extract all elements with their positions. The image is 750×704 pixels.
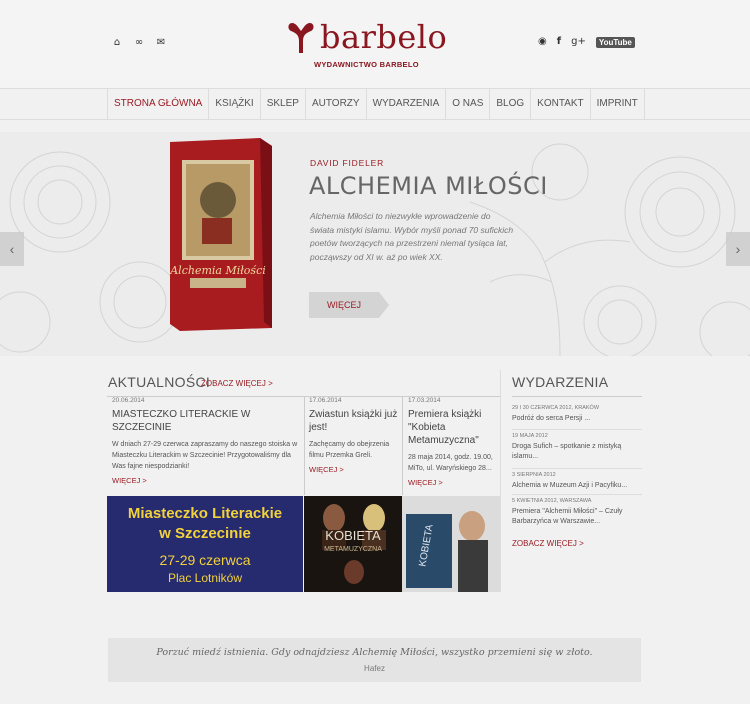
news-title[interactable]: Zwiastun książki już jest!	[309, 408, 399, 434]
logo-subtitle: WYDAWNICTWO BARBELO	[314, 60, 419, 69]
news-item: 20.06.2014 MIASTECZKO LITERACKIE W SZCZE…	[112, 397, 298, 495]
event-title[interactable]: Droga Sufich – spotkanie z mistyką islam…	[512, 442, 644, 462]
mail-icon[interactable]: ✉	[155, 37, 167, 49]
nav-item-about[interactable]: O NAS	[446, 89, 491, 119]
event-divider	[512, 468, 642, 469]
main-nav: STRONA GŁÓWNA KSIĄŻKI SKLEP AUTORZY WYDA…	[107, 89, 645, 119]
event-item[interactable]: 29 I 30 CZERWCA 2012, KRAKÓW Podróż do s…	[512, 405, 644, 424]
quote-text: Porzuć miedź istnienia. Gdy odnajdziesz …	[156, 647, 593, 658]
news-date: 17.06.2014	[309, 397, 342, 404]
banner-line: Miasteczko Literackie	[127, 505, 283, 522]
event-date: 29 I 30 CZERWCA 2012, KRAKÓW	[512, 405, 600, 411]
hero-title[interactable]: ALCHEMIA MIŁOŚCI	[309, 172, 548, 200]
nav-item-shop[interactable]: SKLEP	[261, 89, 306, 119]
event-divider	[512, 429, 642, 430]
section-divider	[500, 370, 501, 592]
banner-line: Plac Lotników	[167, 571, 243, 585]
news-item: 17.06.2014 Zwiastun książki już jest! Za…	[309, 397, 399, 495]
news-item: 17.03.2014 Premiera książki "Kobieta Met…	[408, 397, 498, 495]
kobieta-video-image: KOBIETA METAMUZYCZNA	[322, 504, 386, 584]
event-item[interactable]: 19 MAJA 2012 Droga Sufich – spotkanie z …	[512, 433, 644, 462]
banner-line: w Szczecinie	[159, 525, 251, 542]
nav-item-imprint[interactable]: IMPRINT	[591, 89, 645, 119]
news-text: W dniach 27-29 czerwca zapraszamy do nas…	[112, 441, 298, 470]
google-plus-icon[interactable]: g+	[571, 36, 586, 48]
news-banner-premiera[interactable]: KOBIETA	[402, 496, 500, 592]
logo-text: barbelo	[320, 18, 448, 56]
nav-item-events[interactable]: WYDARZENIA	[367, 89, 447, 119]
premiera-image: KOBIETA	[402, 496, 500, 592]
slider-next-button[interactable]: ›	[726, 232, 750, 266]
event-title[interactable]: Podróż do serca Persji ...	[512, 414, 644, 424]
hero-slider: Alchemia Miłości DAVID FIDELER ALCHEMIA …	[0, 132, 750, 356]
link-icon[interactable]: ∞	[133, 37, 145, 49]
news-more-link[interactable]: WIĘCEJ >	[408, 478, 498, 487]
banner-line: 27-29 czerwca	[159, 552, 251, 568]
facebook-icon[interactable]: f	[557, 36, 561, 48]
news-see-more-link[interactable]: ZOBACZ WIĘCEJ >	[201, 379, 273, 388]
news-date: 20.06.2014	[112, 397, 145, 404]
hero-description: Alchemia Miłości to niezwykłe wprowadzen…	[310, 211, 514, 262]
news-text: 28 maja 2014, godz. 19.00, MiTo, ul. War…	[408, 454, 493, 472]
home-icon[interactable]: ⌂	[111, 37, 123, 49]
nav-item-contact[interactable]: KONTAKT	[531, 89, 591, 119]
nav-item-authors[interactable]: AUTORZY	[306, 89, 367, 119]
news-more-link[interactable]: WIĘCEJ >	[309, 465, 399, 474]
nav-bottom-border	[0, 119, 750, 120]
news-date: 17.03.2014	[408, 397, 441, 404]
event-title[interactable]: Alchemia w Muzeum Azji i Pacyfiku...	[512, 481, 644, 491]
news-more-link[interactable]: WIĘCEJ >	[112, 476, 298, 485]
rss-icon[interactable]: ◉	[538, 36, 547, 48]
nav-item-blog[interactable]: BLOG	[490, 89, 532, 119]
quote-author: Hafez	[364, 664, 385, 673]
tile-kobieta-title: KOBIETA	[325, 528, 381, 543]
events-see-more-link[interactable]: ZOBACZ WIĘCEJ >	[512, 539, 584, 548]
events-section-title: WYDARZENIA	[512, 374, 609, 390]
hero-author[interactable]: DAVID FIDELER	[310, 158, 384, 168]
news-title[interactable]: MIASTECZKO LITERACKIE W SZCZECINIE	[112, 408, 298, 434]
youtube-icon[interactable]: YouTube	[595, 36, 635, 48]
news-text: Zachęcamy do obejrzenia filmu Przemka Gr…	[309, 441, 390, 459]
news-section-title: AKTUALNOŚCI	[108, 374, 211, 390]
slider-prev-button[interactable]: ‹	[0, 232, 24, 266]
event-title[interactable]: Premiera "Alchemii Miłości" – Czuły Barb…	[512, 507, 644, 527]
event-item[interactable]: 3 SIERPNIA 2012 Alchemia w Muzeum Azji i…	[512, 472, 644, 491]
events-divider	[512, 396, 642, 397]
news-title[interactable]: Premiera książki "Kobieta Metamuzyczna"	[408, 408, 498, 447]
logo[interactable]: barbelo	[286, 18, 447, 56]
logo-mark-icon	[288, 23, 314, 53]
book-cover-image[interactable]: Alchemia Miłości	[160, 138, 276, 331]
hero-more-button[interactable]: WIĘCEJ	[309, 292, 379, 318]
event-date: 5 KWIETNIA 2012, WARSZAWA	[512, 498, 592, 504]
nav-item-home[interactable]: STRONA GŁÓWNA	[108, 89, 210, 119]
hero-more-button-arrow	[379, 292, 389, 318]
social-icons: ◉ f g+ YouTube	[538, 36, 635, 48]
event-date: 19 MAJA 2012	[512, 433, 548, 439]
column-divider	[402, 397, 403, 495]
news-banner-miasteczko[interactable]: Miasteczko Literackie w Szczecinie 27-29…	[107, 496, 303, 592]
event-item[interactable]: 5 KWIETNIA 2012, WARSZAWA Premiera "Alch…	[512, 498, 644, 527]
nav-item-books[interactable]: KSIĄŻKI	[209, 89, 261, 119]
book-cover-title: Alchemia Miłości	[169, 264, 266, 277]
top-icons: ⌂ ∞ ✉	[111, 37, 167, 49]
tile-kobieta-subtitle: METAMUZYCZNA	[324, 546, 382, 553]
quote-box: Porzuć miedź istnienia. Gdy odnajdziesz …	[108, 638, 641, 682]
event-date: 3 SIERPNIA 2012	[512, 472, 556, 478]
column-divider	[304, 397, 305, 495]
header: ⌂ ∞ ✉ barbelo WYDAWNICTWO BARBELO ◉ f g+…	[0, 0, 750, 88]
event-divider	[512, 494, 642, 495]
news-banner-kobieta-video[interactable]: KOBIETA METAMUZYCZNA	[304, 496, 402, 592]
